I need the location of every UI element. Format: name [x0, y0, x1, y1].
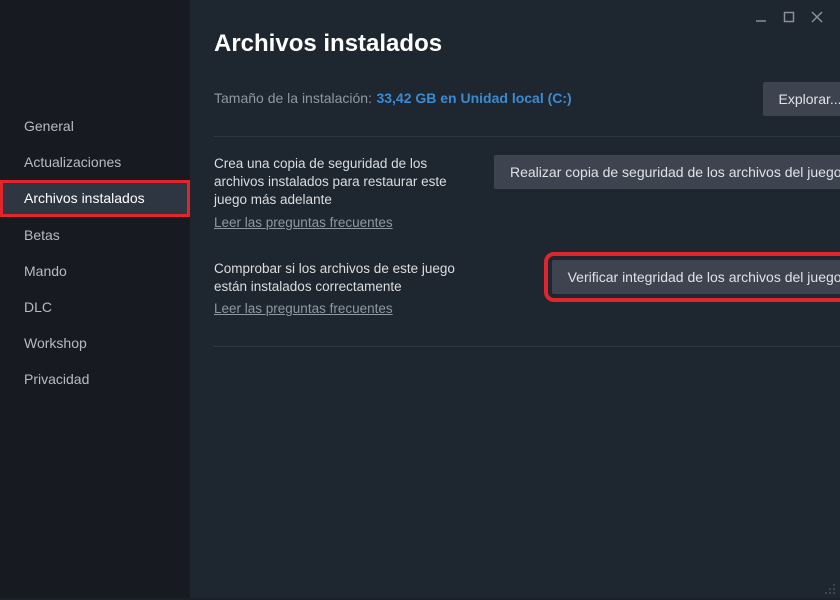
sidebar-item-label: Betas: [24, 227, 60, 243]
close-button[interactable]: [810, 10, 824, 24]
verify-description: Comprobar si los archivos de este juego …: [214, 260, 464, 296]
verify-section: Comprobar si los archivos de este juego …: [214, 260, 840, 318]
sidebar-item-label: Workshop: [24, 335, 87, 351]
install-size-text: Tamaño de la instalación: 33,42 GB en Un…: [214, 90, 572, 108]
verify-faq-link[interactable]: Leer las preguntas frecuentes: [214, 301, 393, 316]
backup-action: Realizar copia de seguridad de los archi…: [494, 155, 840, 189]
sidebar-item-label: Privacidad: [24, 371, 89, 387]
sidebar-item-installed-files[interactable]: Archivos instalados: [0, 180, 190, 216]
resize-grip-icon: [824, 583, 836, 595]
sidebar-item-workshop[interactable]: Workshop: [0, 325, 190, 361]
backup-faq-link[interactable]: Leer las preguntas frecuentes: [214, 215, 393, 230]
backup-section: Crea una copia de seguridad de los archi…: [214, 155, 840, 232]
sidebar-item-label: Mando: [24, 263, 67, 279]
verify-button[interactable]: Verificar integridad de los archivos del…: [552, 260, 840, 294]
main-content: Archivos instalados Tamaño de la instala…: [190, 0, 840, 598]
sidebar-item-controller[interactable]: Mando: [0, 253, 190, 289]
backup-text: Crea una copia de seguridad de los archi…: [214, 155, 464, 232]
install-size-label: Tamaño de la instalación:: [214, 90, 372, 106]
verify-text: Comprobar si los archivos de este juego …: [214, 260, 464, 318]
install-size-row: Tamaño de la instalación: 33,42 GB en Un…: [214, 82, 840, 116]
resize-grip[interactable]: [824, 582, 836, 594]
sidebar-item-label: Actualizaciones: [24, 154, 121, 170]
verify-action: Verificar integridad de los archivos del…: [494, 260, 840, 294]
minimize-button[interactable]: [754, 10, 768, 24]
backup-button[interactable]: Realizar copia de seguridad de los archi…: [494, 155, 840, 189]
sidebar-item-label: Archivos instalados: [24, 190, 145, 206]
maximize-icon: [783, 11, 795, 23]
browse-button[interactable]: Explorar...: [763, 82, 840, 116]
sidebar-item-updates[interactable]: Actualizaciones: [0, 144, 190, 180]
sidebar-item-dlc[interactable]: DLC: [0, 289, 190, 325]
install-size-value: 33,42 GB en Unidad local (C:): [376, 90, 571, 106]
divider: [214, 346, 840, 347]
backup-description: Crea una copia de seguridad de los archi…: [214, 155, 464, 210]
sidebar: General Actualizaciones Archivos instala…: [0, 0, 190, 598]
sidebar-item-privacy[interactable]: Privacidad: [0, 361, 190, 397]
maximize-button[interactable]: [782, 10, 796, 24]
titlebar: [738, 0, 840, 34]
sidebar-item-general[interactable]: General: [0, 108, 190, 144]
divider: [214, 136, 840, 137]
sidebar-item-betas[interactable]: Betas: [0, 217, 190, 253]
minimize-icon: [755, 11, 767, 23]
sidebar-item-label: General: [24, 118, 74, 134]
page-title: Archivos instalados: [214, 30, 840, 58]
sidebar-item-label: DLC: [24, 299, 52, 315]
close-icon: [811, 11, 823, 23]
